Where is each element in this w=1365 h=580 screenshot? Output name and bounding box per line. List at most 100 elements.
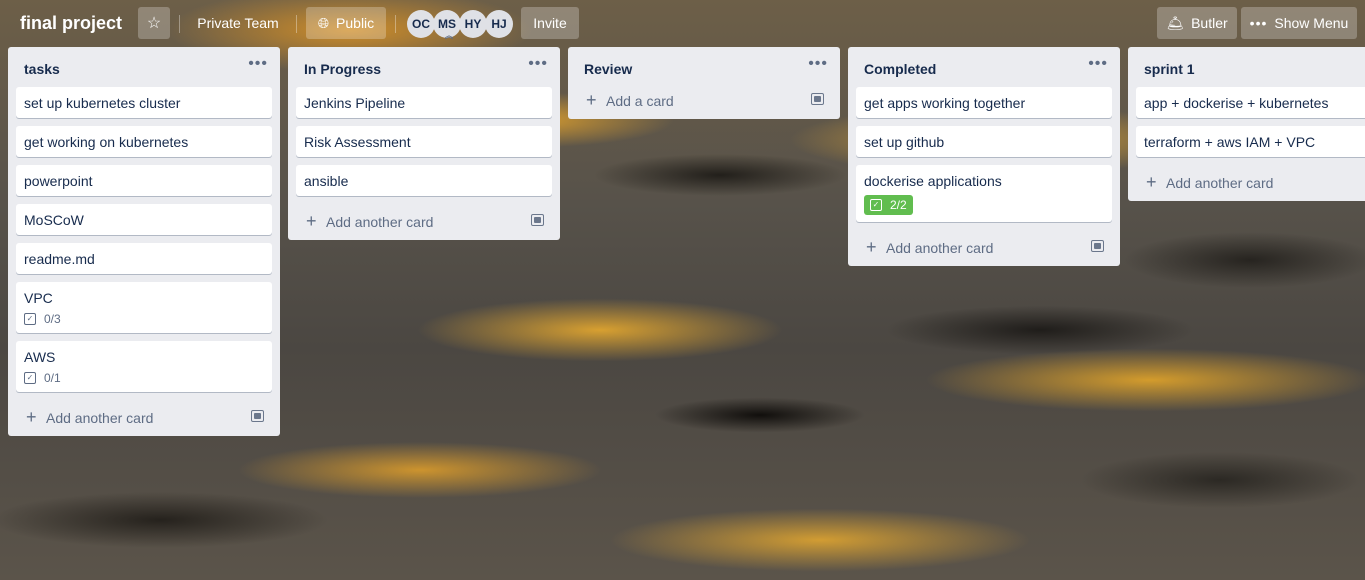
list-title[interactable]: Review: [584, 61, 632, 77]
avatar[interactable]: OC: [407, 10, 435, 38]
checklist-badge: ✓ 0/3: [24, 312, 264, 326]
add-card-label: Add another card: [46, 410, 154, 426]
card[interactable]: terraform + aws IAM + VPC: [1136, 126, 1365, 157]
header-divider: [179, 15, 180, 33]
card[interactable]: AWS ✓ 0/1: [16, 341, 272, 392]
list-menu-icon[interactable]: •••: [1088, 55, 1108, 73]
star-icon: ☆: [146, 15, 162, 32]
list-header: Review •••: [568, 47, 840, 87]
card-title: terraform + aws IAM + VPC: [1144, 134, 1316, 150]
add-card-button[interactable]: + Add another card: [8, 400, 280, 436]
card-title: VPC: [24, 290, 53, 306]
add-card-label: Add another card: [326, 214, 434, 230]
list-header: Completed •••: [848, 47, 1120, 87]
add-card-button[interactable]: + Add a card: [568, 83, 840, 119]
plus-icon: +: [866, 237, 877, 257]
plus-icon: +: [26, 407, 37, 427]
card[interactable]: powerpoint: [16, 165, 272, 196]
add-card-label: Add another card: [1166, 175, 1274, 191]
card[interactable]: MoSCoW: [16, 204, 272, 235]
card[interactable]: readme.md: [16, 243, 272, 274]
add-card-label: Add another card: [886, 240, 994, 256]
avatar[interactable]: HJ: [485, 10, 513, 38]
card-title: powerpoint: [24, 173, 93, 189]
card-title: get working on kubernetes: [24, 134, 189, 150]
card-title: Risk Assessment: [304, 134, 411, 150]
member-initials: OC: [412, 17, 430, 31]
card-template-icon[interactable]: [811, 93, 824, 105]
list-sprint-1: sprint 1 app + dockerise + kubernetes te…: [1128, 47, 1365, 201]
card[interactable]: Risk Assessment: [296, 126, 552, 157]
visibility-label: Public: [336, 15, 375, 31]
card[interactable]: get apps working together: [856, 87, 1112, 118]
list-menu-icon[interactable]: •••: [808, 55, 828, 73]
card-title: get apps working together: [864, 95, 1026, 111]
card[interactable]: Jenkins Pipeline: [296, 87, 552, 118]
card-title: ansible: [304, 173, 349, 189]
card-title: app + dockerise + kubernetes: [1144, 95, 1329, 111]
avatar[interactable]: MS ︽: [433, 10, 461, 40]
avatar[interactable]: HY: [459, 10, 487, 38]
plus-icon: +: [1146, 172, 1157, 192]
board-header: final project ☆ Private Team 🌐︎ Public O…: [0, 0, 1365, 47]
card-title: set up github: [864, 134, 945, 150]
add-card-button[interactable]: + Add another card: [288, 204, 560, 240]
card-title: AWS: [24, 349, 56, 365]
card[interactable]: VPC ✓ 0/3: [16, 282, 272, 333]
list-review: Review ••• + Add a card: [568, 47, 840, 119]
card-title: set up kubernetes cluster: [24, 95, 181, 111]
list-title[interactable]: In Progress: [304, 61, 381, 77]
add-card-label: Add a card: [606, 93, 674, 109]
team-button[interactable]: Private Team: [188, 7, 288, 39]
card-template-icon[interactable]: [531, 214, 544, 226]
list-tasks: tasks ••• set up kubernetes cluster get …: [8, 47, 280, 436]
checklist-icon: ✓: [870, 199, 882, 211]
more-icon: •••: [1249, 15, 1268, 31]
checklist-badge: ✓ 0/1: [24, 371, 264, 385]
butler-button[interactable]: 🛎︎ Butler: [1157, 7, 1237, 39]
checklist-complete-badge: ✓ 2/2: [864, 195, 913, 215]
butler-label: Butler: [1191, 15, 1228, 31]
list-header: In Progress •••: [288, 47, 560, 87]
globe-icon: 🌐︎: [317, 14, 330, 31]
header-divider: [296, 15, 297, 33]
card-title: MoSCoW: [24, 212, 84, 228]
member-initials: HJ: [491, 17, 507, 31]
show-menu-button[interactable]: ••• Show Menu: [1241, 7, 1357, 39]
invite-button[interactable]: Invite: [521, 7, 579, 39]
board-title[interactable]: final project: [20, 13, 122, 34]
butler-bell-icon: 🛎︎: [1166, 14, 1185, 31]
checklist-icon: ✓: [24, 372, 36, 384]
card[interactable]: set up github: [856, 126, 1112, 157]
card-template-icon[interactable]: [1091, 240, 1104, 252]
card-title: readme.md: [24, 251, 95, 267]
list-header: tasks •••: [8, 47, 280, 87]
admin-chevron-icon: ︽: [445, 31, 453, 40]
list-header: sprint 1: [1128, 47, 1365, 87]
add-card-button[interactable]: + Add another card: [1128, 165, 1365, 201]
member-initials: HY: [464, 17, 482, 31]
plus-icon: +: [586, 90, 597, 110]
checklist-icon: ✓: [24, 313, 36, 325]
list-menu-icon[interactable]: •••: [248, 55, 268, 73]
card[interactable]: app + dockerise + kubernetes: [1136, 87, 1365, 118]
card-title: dockerise applications: [864, 173, 1002, 189]
list-title[interactable]: sprint 1: [1144, 61, 1195, 77]
star-button[interactable]: ☆: [138, 7, 170, 39]
add-card-button[interactable]: + Add another card: [848, 230, 1120, 266]
header-divider: [395, 15, 396, 33]
list-menu-icon[interactable]: •••: [528, 55, 548, 73]
list-title[interactable]: Completed: [864, 61, 936, 77]
list-title[interactable]: tasks: [24, 61, 60, 77]
card[interactable]: set up kubernetes cluster: [16, 87, 272, 118]
card[interactable]: get working on kubernetes: [16, 126, 272, 157]
card[interactable]: ansible: [296, 165, 552, 196]
card[interactable]: dockerise applications ✓ 2/2: [856, 165, 1112, 222]
card-template-icon[interactable]: [251, 410, 264, 422]
list-in-progress: In Progress ••• Jenkins Pipeline Risk As…: [288, 47, 560, 240]
card-title: Jenkins Pipeline: [304, 95, 406, 111]
member-initials: MS: [438, 17, 456, 31]
checklist-count: 0/1: [44, 371, 61, 385]
checklist-count: 2/2: [890, 198, 907, 212]
visibility-button[interactable]: 🌐︎ Public: [306, 7, 386, 39]
